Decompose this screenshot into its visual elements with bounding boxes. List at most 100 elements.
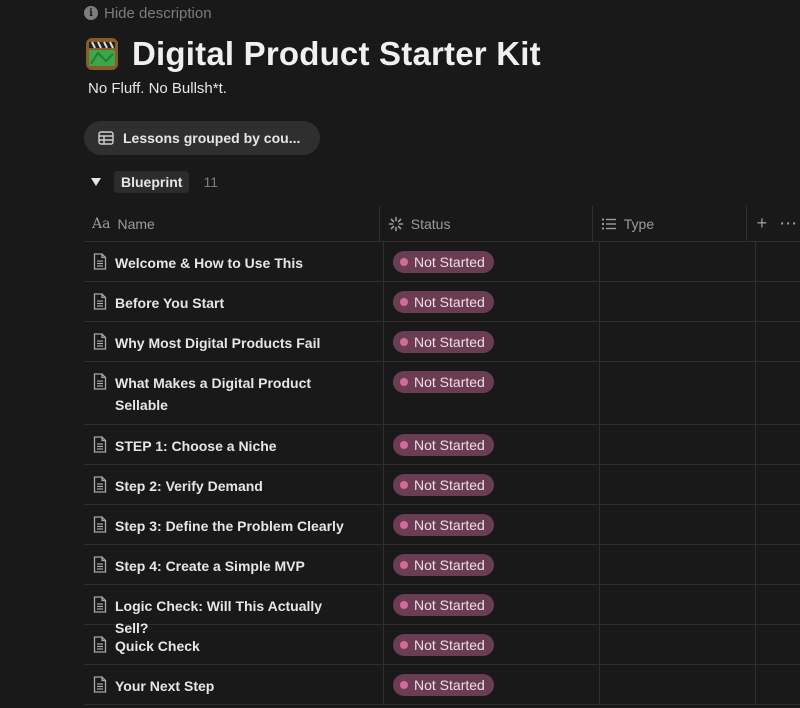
status-label: Not Started bbox=[414, 477, 485, 493]
view-tab-label: Lessons grouped by cou... bbox=[123, 130, 301, 146]
extra-cell bbox=[756, 545, 800, 584]
lesson-name: Before You Start bbox=[115, 295, 225, 311]
status-label: Not Started bbox=[414, 374, 485, 390]
more-options-icon[interactable]: ⋯ bbox=[779, 213, 797, 234]
extra-cell bbox=[756, 362, 800, 424]
status-cell[interactable]: Not Started bbox=[384, 625, 600, 664]
status-badge: Not Started bbox=[393, 474, 494, 496]
type-cell[interactable] bbox=[600, 625, 756, 664]
extra-cell bbox=[756, 505, 800, 544]
status-label: Not Started bbox=[414, 334, 485, 350]
name-cell[interactable]: What Makes a Digital Product Sellable bbox=[84, 362, 384, 424]
column-header-name[interactable]: Aa Name bbox=[84, 206, 380, 241]
type-cell[interactable] bbox=[600, 425, 756, 464]
status-cell[interactable]: Not Started bbox=[384, 665, 600, 704]
clapperboard-icon[interactable] bbox=[84, 36, 120, 72]
status-dot-icon bbox=[400, 641, 408, 649]
lesson-name: Why Most Digital Products Fail bbox=[115, 335, 321, 351]
status-label: Not Started bbox=[414, 637, 485, 653]
hide-description-button[interactable]: i Hide description bbox=[84, 4, 212, 22]
info-icon: i bbox=[84, 6, 98, 20]
type-cell[interactable] bbox=[600, 242, 756, 281]
table-row[interactable]: Welcome & How to Use This Not Started bbox=[84, 242, 800, 282]
group-label[interactable]: Blueprint bbox=[114, 171, 190, 193]
add-property-icon[interactable]: + bbox=[757, 213, 768, 234]
type-cell[interactable] bbox=[600, 585, 756, 624]
status-badge: Not Started bbox=[393, 554, 494, 576]
status-dot-icon bbox=[400, 258, 408, 266]
type-cell[interactable] bbox=[600, 362, 756, 424]
name-cell[interactable]: Welcome & How to Use This bbox=[84, 242, 384, 281]
status-badge: Not Started bbox=[393, 594, 494, 616]
collapse-toggle-icon[interactable] bbox=[88, 174, 104, 190]
table-row[interactable]: Step 3: Define the Problem Clearly Not S… bbox=[84, 505, 800, 545]
status-label: Not Started bbox=[414, 254, 485, 270]
view-tab-lessons[interactable]: Lessons grouped by cou... bbox=[84, 121, 320, 155]
name-cell[interactable]: Step 4: Create a Simple MVP bbox=[84, 545, 384, 584]
status-badge: Not Started bbox=[393, 371, 494, 393]
name-cell[interactable]: Logic Check: Will This Actually Sell? bbox=[84, 585, 384, 636]
type-cell[interactable] bbox=[600, 465, 756, 504]
status-badge: Not Started bbox=[393, 331, 494, 353]
table-body: Welcome & How to Use This Not Started Be… bbox=[84, 242, 800, 705]
document-icon bbox=[93, 333, 107, 350]
extra-cell bbox=[756, 625, 800, 664]
name-cell[interactable]: Quick Check bbox=[84, 625, 384, 664]
status-badge: Not Started bbox=[393, 634, 494, 656]
status-badge: Not Started bbox=[393, 434, 494, 456]
status-dot-icon bbox=[400, 298, 408, 306]
status-cell[interactable]: Not Started bbox=[384, 362, 600, 424]
name-cell[interactable]: Your Next Step bbox=[84, 665, 384, 704]
status-cell[interactable]: Not Started bbox=[384, 465, 600, 504]
status-badge: Not Started bbox=[393, 514, 494, 536]
document-icon bbox=[93, 253, 107, 270]
table-row[interactable]: Logic Check: Will This Actually Sell? No… bbox=[84, 585, 800, 636]
extra-cell bbox=[756, 282, 800, 321]
name-cell[interactable]: Step 3: Define the Problem Clearly bbox=[84, 505, 384, 544]
column-header-status[interactable]: Status bbox=[380, 206, 593, 241]
status-label: Not Started bbox=[414, 437, 485, 453]
extra-cell bbox=[756, 585, 800, 624]
table-row[interactable]: Why Most Digital Products Fail Not Start… bbox=[84, 322, 800, 362]
status-cell[interactable]: Not Started bbox=[384, 585, 600, 624]
table-row[interactable]: Step 2: Verify Demand Not Started bbox=[84, 465, 800, 505]
status-badge: Not Started bbox=[393, 674, 494, 696]
group-header: Blueprint 11 bbox=[88, 170, 218, 194]
table-row[interactable]: Your Next Step Not Started bbox=[84, 665, 800, 705]
status-cell[interactable]: Not Started bbox=[384, 545, 600, 584]
type-cell[interactable] bbox=[600, 505, 756, 544]
type-cell[interactable] bbox=[600, 322, 756, 361]
document-icon bbox=[93, 556, 107, 573]
status-label: Not Started bbox=[414, 517, 485, 533]
lesson-name: Step 2: Verify Demand bbox=[115, 478, 263, 494]
name-cell[interactable]: STEP 1: Choose a Niche bbox=[84, 425, 384, 464]
type-cell[interactable] bbox=[600, 282, 756, 321]
table-row[interactable]: Before You Start Not Started bbox=[84, 282, 800, 322]
status-dot-icon bbox=[400, 378, 408, 386]
column-header-type[interactable]: Type bbox=[593, 206, 747, 241]
document-icon bbox=[93, 293, 107, 310]
status-dot-icon bbox=[400, 561, 408, 569]
lesson-name: Quick Check bbox=[115, 638, 200, 654]
type-cell[interactable] bbox=[600, 545, 756, 584]
status-label: Not Started bbox=[414, 677, 485, 693]
table-row[interactable]: Quick Check Not Started bbox=[84, 625, 800, 665]
list-property-icon bbox=[601, 218, 616, 229]
status-cell[interactable]: Not Started bbox=[384, 322, 600, 361]
name-cell[interactable]: Before You Start bbox=[84, 282, 384, 321]
status-label: Not Started bbox=[414, 294, 485, 310]
name-cell[interactable]: Why Most Digital Products Fail bbox=[84, 322, 384, 361]
status-cell[interactable]: Not Started bbox=[384, 505, 600, 544]
lesson-name: STEP 1: Choose a Niche bbox=[115, 438, 277, 454]
type-cell[interactable] bbox=[600, 665, 756, 704]
table-row[interactable]: Step 4: Create a Simple MVP Not Started bbox=[84, 545, 800, 585]
lesson-name: What Makes a Digital Product Sellable bbox=[115, 375, 312, 413]
table-row[interactable]: STEP 1: Choose a Niche Not Started bbox=[84, 425, 800, 465]
extra-cell bbox=[756, 242, 800, 281]
status-cell[interactable]: Not Started bbox=[384, 425, 600, 464]
table-row[interactable]: What Makes a Digital Product Sellable No… bbox=[84, 362, 800, 425]
status-cell[interactable]: Not Started bbox=[384, 242, 600, 281]
name-cell[interactable]: Step 2: Verify Demand bbox=[84, 465, 384, 504]
table-icon bbox=[98, 131, 114, 145]
status-cell[interactable]: Not Started bbox=[384, 282, 600, 321]
